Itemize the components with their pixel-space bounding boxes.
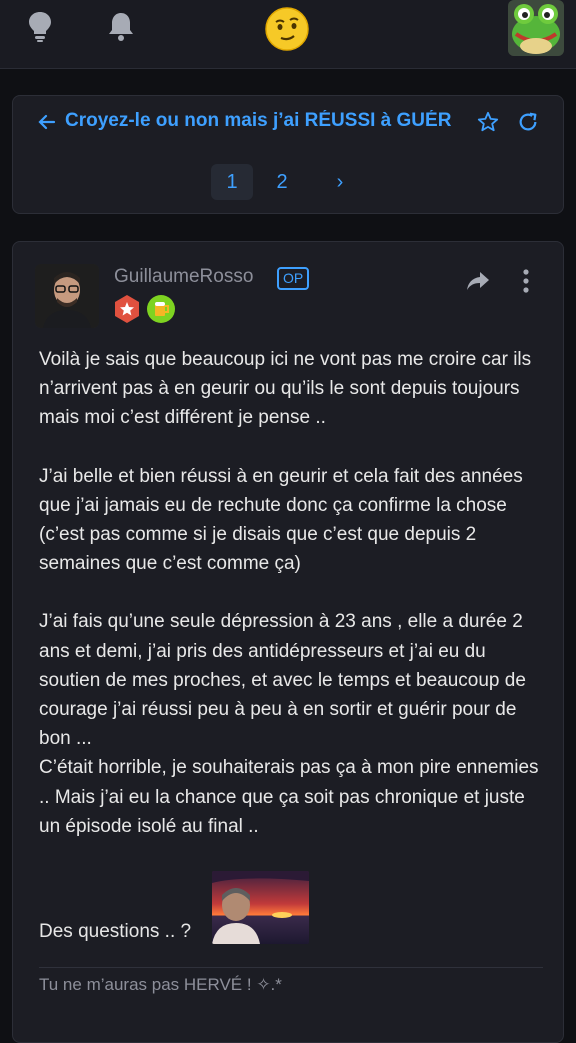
author-username[interactable]: GuillaumeRosso (114, 266, 253, 288)
sunset-image[interactable] (212, 871, 309, 944)
post-paragraph: J’ai fais qu’une seule dépression à 23 a… (39, 611, 526, 750)
post-card: GuillaumeRosso OP Voilà je sais que beau… (12, 241, 564, 1043)
signature-text: Tu ne m’auras pas HERVÉ ! ✧.* (39, 975, 282, 994)
page-button-1[interactable]: 1 (211, 164, 253, 200)
pagination: 1 2 › (13, 164, 563, 200)
post-paragraph: C’était horrible, je souhaiterais pas ça… (39, 757, 539, 837)
post-paragraph: J’ai belle et bien réussi à en geurir et… (39, 465, 523, 575)
beer-badge-icon[interactable] (146, 294, 176, 329)
smiley-logo-icon[interactable] (264, 6, 310, 57)
post-paragraph: Voilà je sais que beaucoup ici ne vont p… (39, 349, 532, 429)
author-avatar[interactable] (35, 264, 99, 328)
bell-icon[interactable] (106, 10, 136, 47)
topic-header: Croyez-le ou non mais j’ai RÉUSSI à GUÉR… (12, 95, 564, 214)
page-button-2[interactable]: 2 (261, 164, 303, 200)
user-avatar[interactable] (508, 0, 564, 56)
questions-text: Des questions .. ? (39, 921, 192, 942)
questions-line: Des questions .. ? (39, 871, 539, 946)
share-icon[interactable] (465, 270, 491, 297)
back-arrow-icon[interactable] (37, 112, 57, 137)
op-badge: OP (277, 267, 310, 290)
star-icon[interactable] (477, 111, 499, 138)
more-options-icon[interactable] (521, 268, 531, 299)
lightbulb-icon[interactable] (26, 10, 54, 47)
signature-divider (39, 967, 543, 968)
refresh-icon[interactable] (517, 111, 539, 138)
post-content: Voilà je sais que beaucoup ici ne vont p… (39, 345, 539, 841)
topic-title[interactable]: Croyez-le ou non mais j’ai RÉUSSI à GUÉR (65, 110, 477, 132)
next-page-chevron-icon[interactable]: › (319, 164, 361, 200)
star-badge-icon[interactable] (112, 294, 142, 329)
top-bar (0, 0, 576, 69)
